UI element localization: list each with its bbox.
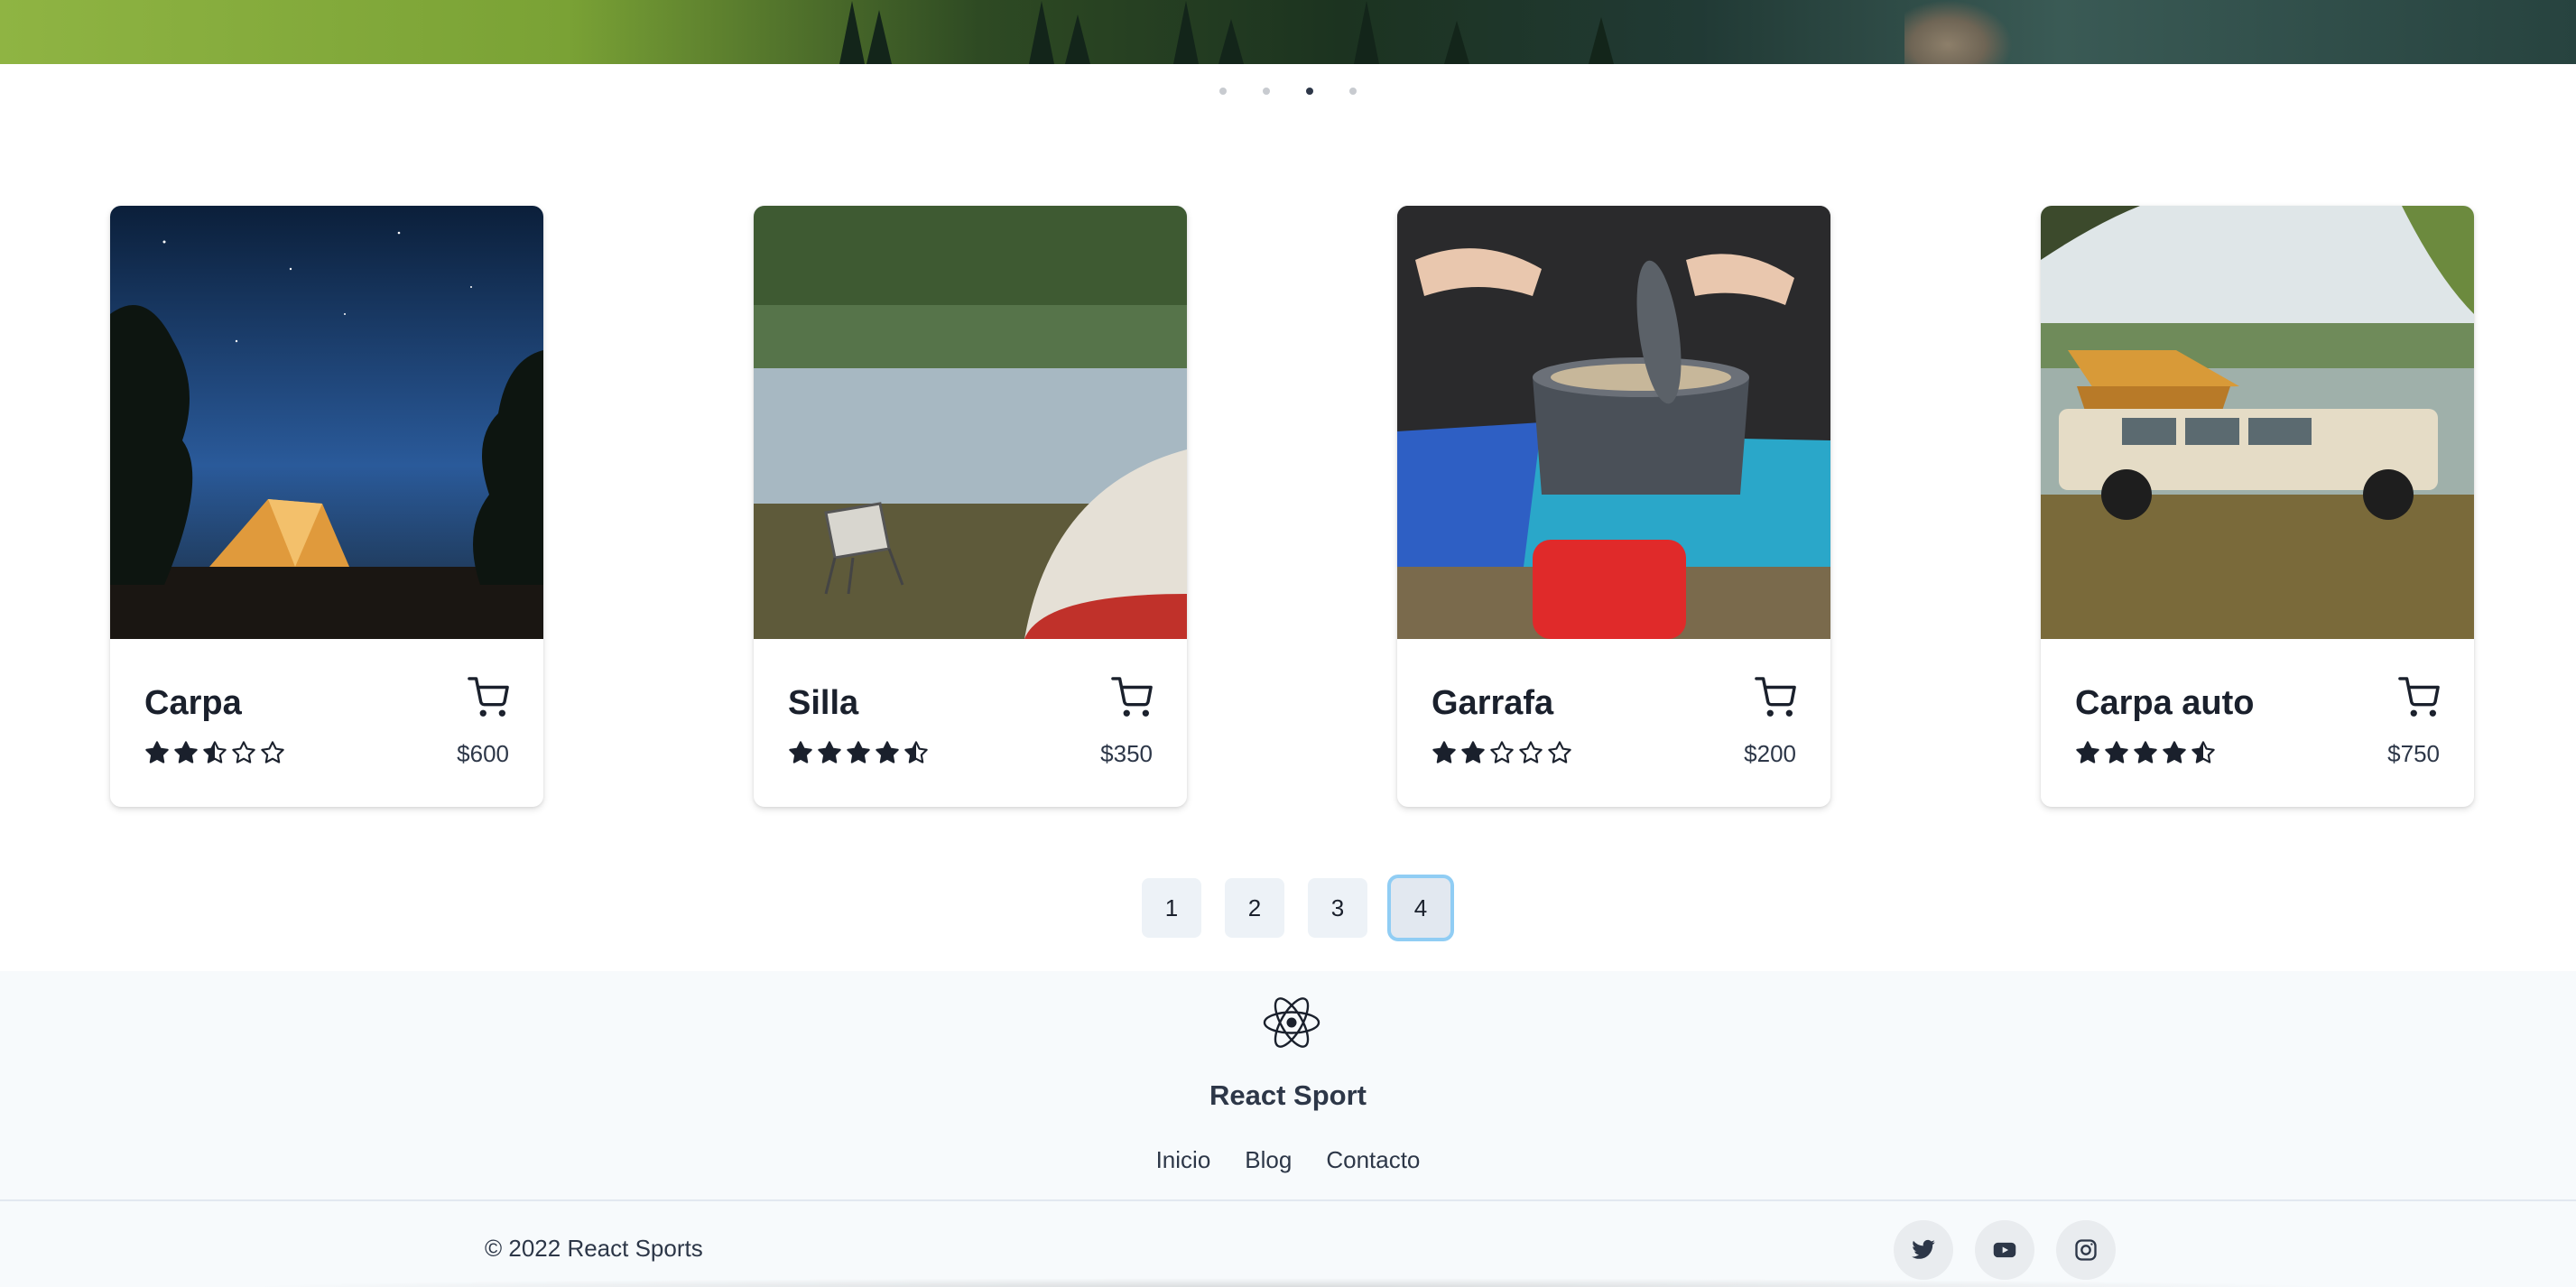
product-price: $750: [2387, 740, 2440, 767]
star-full-icon: [2163, 741, 2186, 764]
product-card[interactable]: Carpa auto $750: [2041, 206, 2474, 807]
rating-stars: [788, 740, 929, 765]
copyright: © 2022 React Sports: [485, 1235, 703, 1262]
footer-nav: Inicio Blog Contacto: [0, 1146, 2576, 1174]
star-full-icon: [876, 741, 899, 764]
star-empty-icon: [1519, 741, 1543, 764]
page-button-1[interactable]: 1: [1142, 878, 1201, 938]
page-button-3[interactable]: 3: [1308, 878, 1367, 938]
star-full-icon: [2105, 741, 2128, 764]
star-half-icon: [904, 741, 928, 764]
youtube-button[interactable]: [1975, 1220, 2034, 1280]
social-links: [1894, 1220, 2116, 1280]
instagram-icon: [2075, 1239, 2097, 1261]
page-bottom-shadow: [235, 1278, 2341, 1287]
star-full-icon: [1432, 741, 1456, 764]
product-image-stove: [1397, 206, 1830, 639]
product-price: $600: [457, 740, 509, 767]
product-name: Carpa auto: [2075, 684, 2255, 722]
instagram-button[interactable]: [2056, 1220, 2116, 1280]
footer-link-contacto[interactable]: Contacto: [1326, 1146, 1420, 1174]
page-button-4[interactable]: 4: [1391, 878, 1450, 938]
add-to-cart-icon[interactable]: [2398, 677, 2440, 718]
twitter-button[interactable]: [1894, 1220, 1953, 1280]
star-full-icon: [789, 741, 812, 764]
product-card[interactable]: Carpa $600: [110, 206, 543, 807]
carousel-dot-4[interactable]: [1349, 88, 1357, 95]
add-to-cart-icon[interactable]: [1111, 677, 1153, 718]
star-half-icon: [2191, 741, 2215, 764]
rating-stars: [1432, 740, 1572, 765]
footer-link-blog[interactable]: Blog: [1245, 1146, 1292, 1174]
product-price: $200: [1744, 740, 1796, 767]
star-full-icon: [1461, 741, 1485, 764]
youtube-icon: [1993, 1242, 2016, 1258]
product-card[interactable]: Silla $350: [754, 206, 1187, 807]
carousel-dots: [0, 88, 2576, 95]
star-empty-icon: [232, 741, 255, 764]
footer-brand: React Sport: [1209, 1079, 1367, 1111]
star-empty-icon: [1548, 741, 1571, 764]
react-logo-icon: [1262, 993, 1321, 1052]
product-name: Silla: [788, 684, 859, 722]
star-full-icon: [174, 741, 198, 764]
add-to-cart-icon[interactable]: [1755, 677, 1796, 718]
carousel-dot-2[interactable]: [1263, 88, 1270, 95]
hero-carousel-image: [0, 0, 2576, 64]
add-to-cart-icon[interactable]: [468, 677, 509, 718]
star-full-icon: [2076, 741, 2099, 764]
hiker-figure: [1904, 0, 2013, 64]
star-full-icon: [2134, 741, 2157, 764]
rating-stars: [144, 740, 285, 765]
carousel-dot-3[interactable]: [1306, 88, 1313, 95]
pagination: 1 2 3 4: [0, 878, 2576, 938]
rating-stars: [2075, 740, 2216, 765]
product-image-chair: [754, 206, 1187, 639]
product-image-tent: [110, 206, 543, 639]
star-full-icon: [145, 741, 169, 764]
product-price: $350: [1100, 740, 1153, 767]
footer-divider: [0, 1199, 2576, 1201]
footer-link-inicio[interactable]: Inicio: [1156, 1146, 1211, 1174]
product-name: Garrafa: [1432, 684, 1554, 722]
carousel-dot-1[interactable]: [1219, 88, 1227, 95]
star-full-icon: [818, 741, 841, 764]
product-name: Carpa: [144, 684, 242, 722]
star-full-icon: [847, 741, 870, 764]
product-image-roof-tent-car: [2041, 206, 2474, 639]
star-half-icon: [203, 741, 227, 764]
star-empty-icon: [1490, 741, 1514, 764]
product-card[interactable]: Garrafa $200: [1397, 206, 1830, 807]
page-button-2[interactable]: 2: [1225, 878, 1284, 938]
product-grid: Carpa $600 Silla $350 Garrafa $200 Carpa…: [110, 206, 2475, 807]
star-empty-icon: [261, 741, 284, 764]
footer: React Sport Inicio Blog Contacto © 2022 …: [0, 971, 2576, 1287]
twitter-icon: [1912, 1239, 1935, 1259]
